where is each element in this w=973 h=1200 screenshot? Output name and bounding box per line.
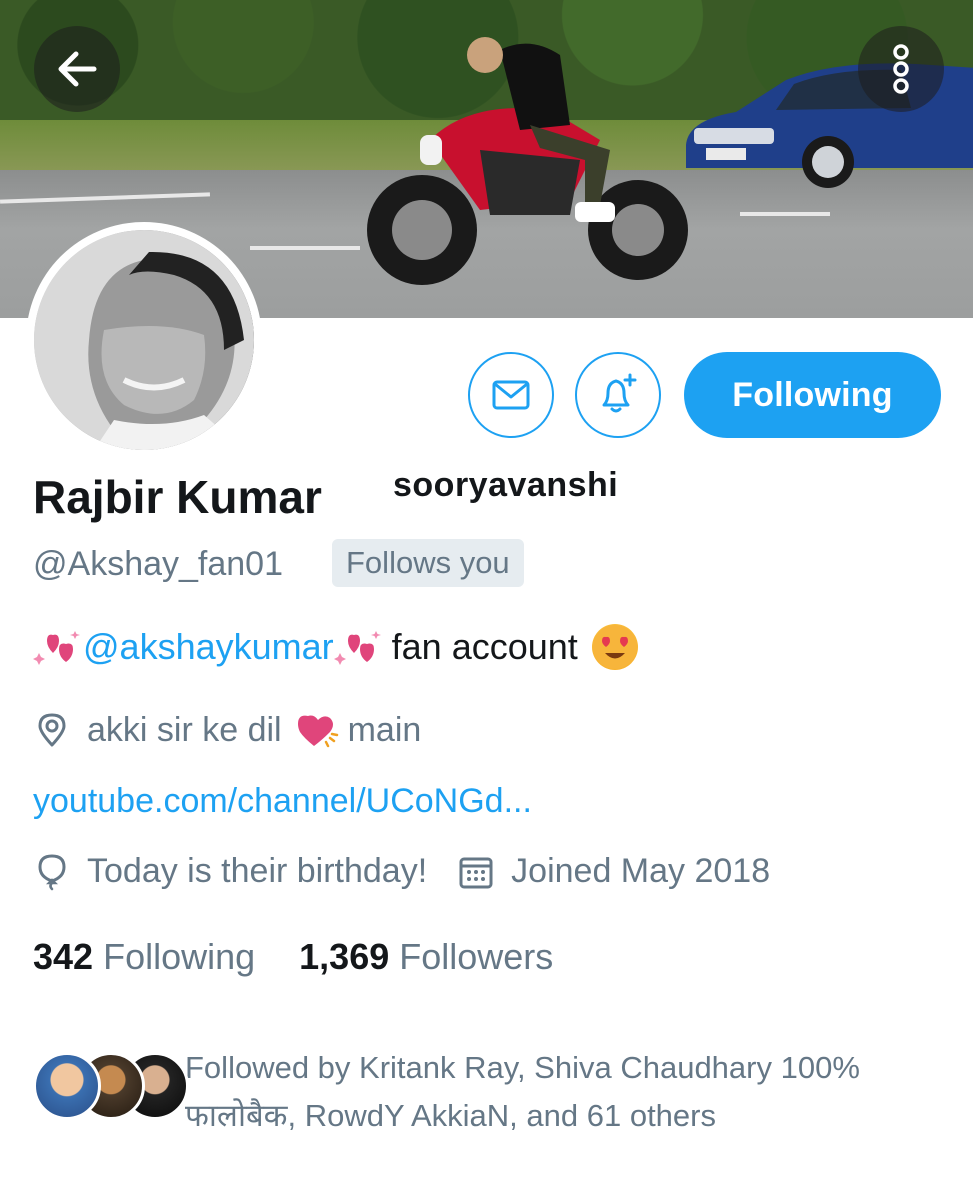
birthday-text: Today is their birthday! — [87, 852, 428, 890]
more-options-button[interactable] — [858, 26, 944, 112]
location-text-suffix: main — [347, 710, 422, 749]
joined-date-text: Joined May 2018 — [511, 852, 771, 890]
followed-by-section[interactable]: Followed by Kritank Ray, Shiva Chaudhary… — [33, 1044, 953, 1134]
bio-text: fan account — [391, 626, 578, 667]
followed-by-text: Followed by Kritank Ray, Shiva Chaudhary… — [185, 1050, 860, 1133]
avatar-photo — [34, 230, 254, 450]
more-vertical-icon — [893, 44, 909, 94]
followers-count: 1,369 — [299, 936, 390, 977]
profile-avatar[interactable] — [26, 222, 262, 458]
follower-avatar — [33, 1052, 101, 1120]
bio-mention-link[interactable]: @akshaykumar — [83, 626, 334, 668]
sparkling-hearts-emoji — [333, 631, 381, 665]
username-handle: @Akshay_fan01 — [33, 545, 284, 583]
website-link[interactable]: youtube.com/channel/UCoNGd... — [33, 782, 532, 821]
following-count: 342 — [33, 936, 94, 977]
follows-you-badge: Follows you — [332, 539, 524, 587]
display-name: Rajbir Kumar — [33, 471, 322, 523]
motorcycle-image — [367, 37, 688, 285]
lane-marking — [740, 212, 830, 216]
notifications-button[interactable] — [575, 352, 661, 438]
lane-marking — [250, 246, 360, 250]
following-stat-link[interactable]: 342 Following — [33, 936, 255, 978]
followers-label: Followers — [399, 936, 554, 977]
heart-eyes-emoji — [591, 624, 638, 670]
following-label: Following — [103, 936, 256, 977]
avatar-portrait — [34, 230, 254, 450]
location-pin-icon — [33, 711, 71, 749]
beating-heart-emoji — [297, 715, 338, 748]
follow-stats: 342 Following 1,369 Followers — [33, 936, 597, 978]
balloon-icon — [33, 853, 71, 891]
bell-plus-icon — [602, 373, 637, 413]
back-arrow-icon — [58, 51, 97, 87]
mail-icon — [492, 380, 530, 410]
back-button[interactable] — [34, 26, 120, 112]
display-name-suffix: sooryavanshi — [393, 466, 619, 504]
followers-stat-link[interactable]: 1,369 Followers — [299, 936, 553, 978]
location-text: akki sir ke dil — [87, 710, 282, 749]
location-row: akki sir ke dil main — [33, 710, 421, 750]
following-button[interactable]: Following — [684, 352, 941, 438]
birthday-joined-row: Today is their birthday! Joined May 2018 — [33, 852, 770, 891]
calendar-icon — [457, 853, 495, 891]
message-button[interactable] — [468, 352, 554, 438]
profile-bio: @akshaykumar fan account — [33, 624, 638, 670]
sparkling-hearts-emoji — [33, 631, 80, 665]
